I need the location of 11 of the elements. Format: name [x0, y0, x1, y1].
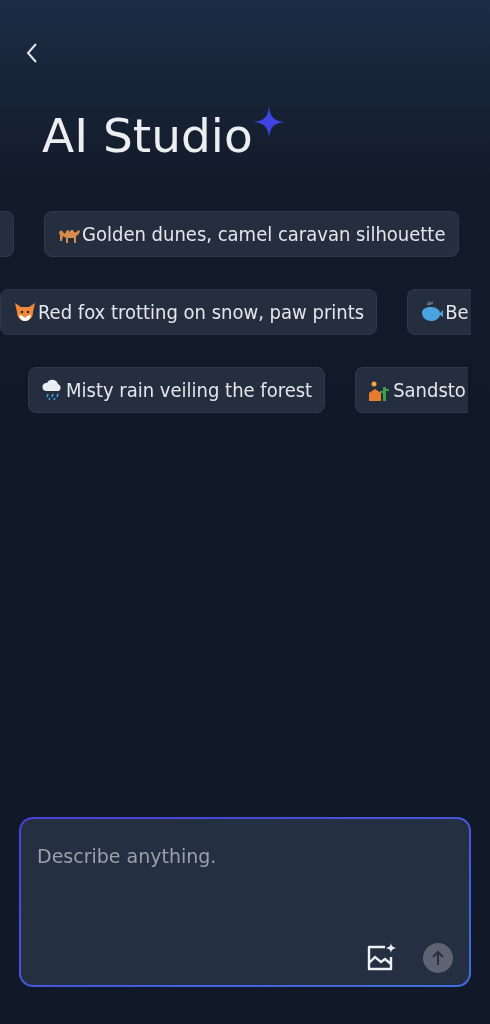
prompt-chip[interactable]: Misty rain veiling the forest: [28, 367, 326, 413]
page-title: AI Studio: [42, 107, 253, 165]
prompt-chip[interactable]: Be: [407, 289, 471, 335]
fox-icon: [13, 301, 37, 323]
prompt-field[interactable]: Describe anything.: [37, 833, 453, 943]
prompt-box[interactable]: Describe anything.: [19, 817, 471, 987]
prompt-chip[interactable]: Golden dunes, camel caravan silhouette: [44, 211, 459, 257]
prompt-chip[interactable]: Sandsto: [355, 367, 468, 413]
chevron-left-icon[interactable]: [25, 42, 39, 64]
image-sparkle-icon[interactable]: [365, 943, 397, 973]
prompt-chip[interactable]: Red fox trotting on snow, paw prints: [0, 289, 378, 335]
